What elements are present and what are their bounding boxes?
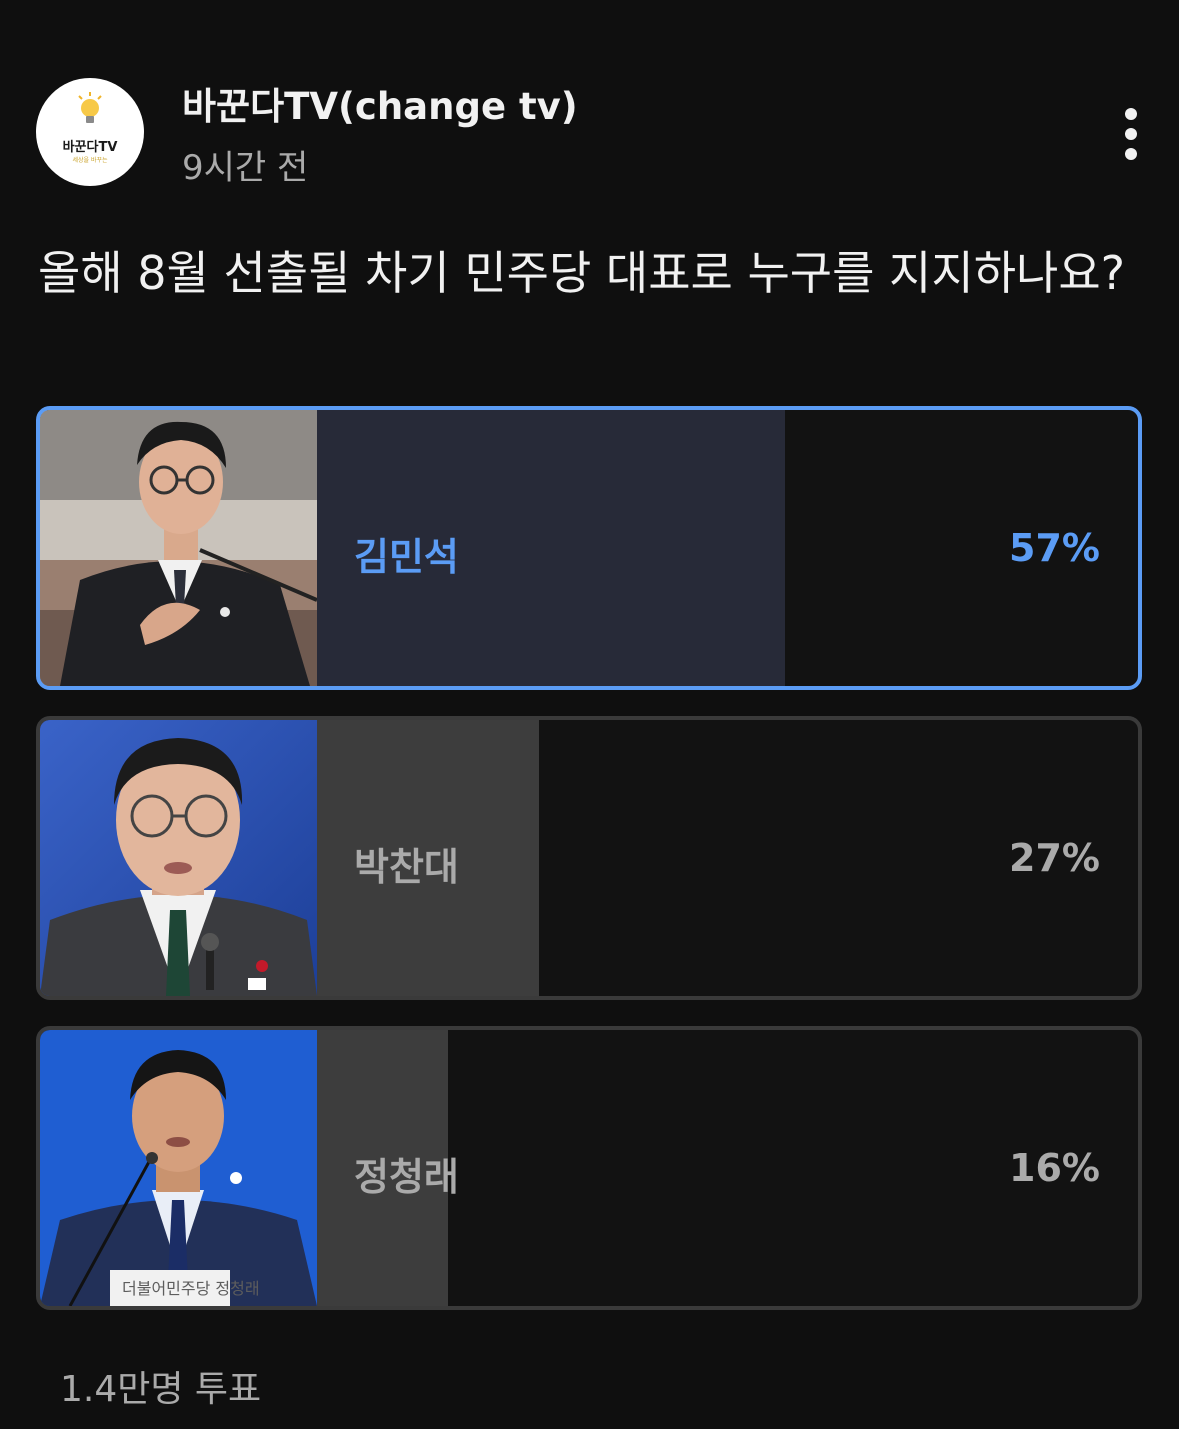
- option-percent: 27%: [1009, 836, 1100, 880]
- vote-count: 1.4만명 투표: [60, 1369, 262, 1410]
- post-timestamp: 9시간 전: [182, 148, 309, 188]
- poll-option-3[interactable]: 더불어민주당 정청래 정청래 16%: [36, 1026, 1142, 1310]
- more-vertical-icon: [1125, 128, 1137, 140]
- poll-option-2[interactable]: 박찬대 27%: [36, 716, 1142, 1000]
- option-percent: 57%: [1009, 526, 1100, 570]
- photo-nameplate: 더불어민주당 정청래: [122, 1279, 260, 1298]
- candidate-photo: [40, 720, 317, 996]
- option-label: 정청래: [354, 1155, 459, 1199]
- option-label: 박찬대: [354, 845, 459, 889]
- channel-avatar[interactable]: 바꾼다TV 세상을 바꾸는: [36, 78, 144, 186]
- option-percent: 16%: [1009, 1146, 1100, 1190]
- candidate-photo: [40, 410, 317, 686]
- channel-name[interactable]: 바꾼다TV(change tv): [182, 76, 578, 130]
- poll-question: 올해 8월 선출될 차기 민주당 대표로 누구를 지지하나요?: [38, 246, 1126, 300]
- poll-option-1[interactable]: 김민석 57%: [36, 406, 1142, 690]
- post-header: 바꾼다TV 세상을 바꾸는 바꾼다TV(change tv) 9시간 전: [0, 0, 1179, 200]
- avatar-logo-subtext: 세상을 바꾸는: [72, 157, 108, 164]
- more-vertical-icon: [1125, 108, 1137, 120]
- avatar-logo-text: 바꾼다TV: [62, 140, 118, 155]
- more-vertical-icon: [1125, 148, 1137, 160]
- more-options-button[interactable]: [1108, 104, 1154, 164]
- candidate-photo: 더불어민주당 정청래: [40, 1030, 317, 1306]
- lightbulb-icon: [78, 92, 102, 123]
- option-label: 김민석: [354, 535, 459, 579]
